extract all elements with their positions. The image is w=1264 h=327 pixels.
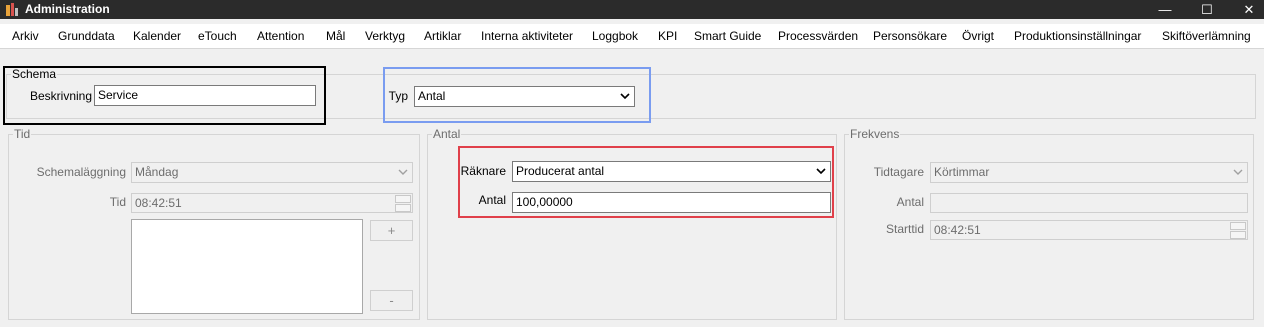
beskrivning-input[interactable]: Service	[94, 85, 316, 106]
menu-mal[interactable]: Mål	[326, 29, 345, 43]
spin-down-icon[interactable]	[1230, 231, 1246, 239]
antal-label: Antal	[478, 193, 506, 207]
antal-legend: Antal	[432, 127, 462, 141]
beskrivning-label: Beskrivning	[30, 89, 93, 103]
tidtagare-value: Körtimmar	[934, 165, 990, 179]
chevron-down-icon	[1231, 163, 1245, 182]
menu-produktionsinstallningar[interactable]: Produktionsinställningar	[1014, 29, 1141, 43]
chevron-down-icon	[618, 87, 632, 106]
menu-bar: Arkiv Grunddata Kalender eTouch Attentio…	[0, 24, 1264, 48]
spin-up-icon[interactable]	[1230, 222, 1246, 230]
frekvens-antal-label: Antal	[896, 195, 924, 209]
add-time-button[interactable]: +	[370, 220, 413, 241]
title-bar: Administration — ☐ ✕	[0, 0, 1264, 19]
tid-spinner[interactable]	[395, 195, 411, 212]
frekvens-antal-input[interactable]	[930, 193, 1248, 213]
starttid-value: 08:42:51	[934, 223, 981, 237]
schemalaggning-select[interactable]: Måndag	[131, 162, 413, 183]
minimize-button[interactable]: —	[1142, 0, 1188, 19]
typ-label: Typ	[388, 89, 408, 103]
tid-label: Tid	[109, 195, 126, 209]
tidtagare-label: Tidtagare	[873, 165, 924, 179]
menu-skiftoverlamning[interactable]: Skiftöverlämning	[1162, 29, 1251, 43]
maximize-button[interactable]: ☐	[1184, 0, 1230, 19]
starttid-spinner[interactable]	[1230, 222, 1246, 239]
menu-personsokare[interactable]: Personsökare	[873, 29, 947, 43]
menu-attention[interactable]: Attention	[257, 29, 304, 43]
app-icon	[6, 3, 18, 16]
menu-arkiv[interactable]: Arkiv	[12, 29, 39, 43]
tid-value: 08:42:51	[135, 196, 182, 210]
menu-kpi[interactable]: KPI	[658, 29, 677, 43]
spin-up-icon[interactable]	[395, 195, 411, 203]
menu-ovrigt[interactable]: Övrigt	[962, 29, 994, 43]
menu-interna-aktiviteter[interactable]: Interna aktiviteter	[481, 29, 573, 43]
starttid-time-input[interactable]: 08:42:51	[930, 220, 1248, 240]
menu-smart-guide[interactable]: Smart Guide	[694, 29, 761, 43]
menu-artiklar[interactable]: Artiklar	[424, 29, 461, 43]
tid-list[interactable]	[131, 219, 363, 314]
spin-down-icon[interactable]	[395, 204, 411, 212]
menu-loggbok[interactable]: Loggbok	[592, 29, 638, 43]
raknare-label: Räknare	[460, 164, 506, 178]
menu-kalender[interactable]: Kalender	[133, 29, 181, 43]
menu-grunddata[interactable]: Grunddata	[58, 29, 115, 43]
close-button[interactable]: ✕	[1226, 0, 1264, 19]
raknare-select[interactable]: Producerat antal	[512, 161, 831, 182]
typ-select-value: Antal	[418, 89, 446, 103]
menu-etouch[interactable]: eTouch	[198, 29, 237, 43]
tid-time-input[interactable]: 08:42:51	[131, 193, 413, 213]
frekvens-legend: Frekvens	[849, 127, 901, 141]
chevron-down-icon	[396, 163, 410, 182]
schemalaggning-label: Schemaläggning	[36, 165, 126, 179]
window-title: Administration	[25, 2, 110, 16]
antal-input[interactable]: 100,00000	[512, 192, 831, 213]
chevron-down-icon	[814, 162, 828, 181]
menu-processvarden[interactable]: Processvärden	[778, 29, 858, 43]
schema-legend: Schema	[11, 67, 58, 81]
separator	[0, 48, 1264, 62]
schemalaggning-value: Måndag	[135, 165, 179, 179]
tidtagare-select[interactable]: Körtimmar	[930, 162, 1248, 183]
typ-select[interactable]: Antal	[414, 86, 635, 107]
tid-legend: Tid	[13, 127, 32, 141]
menu-verktyg[interactable]: Verktyg	[365, 29, 405, 43]
starttid-label: Starttid	[885, 222, 924, 236]
remove-time-button[interactable]: -	[370, 290, 413, 311]
raknare-value: Producerat antal	[516, 164, 605, 178]
